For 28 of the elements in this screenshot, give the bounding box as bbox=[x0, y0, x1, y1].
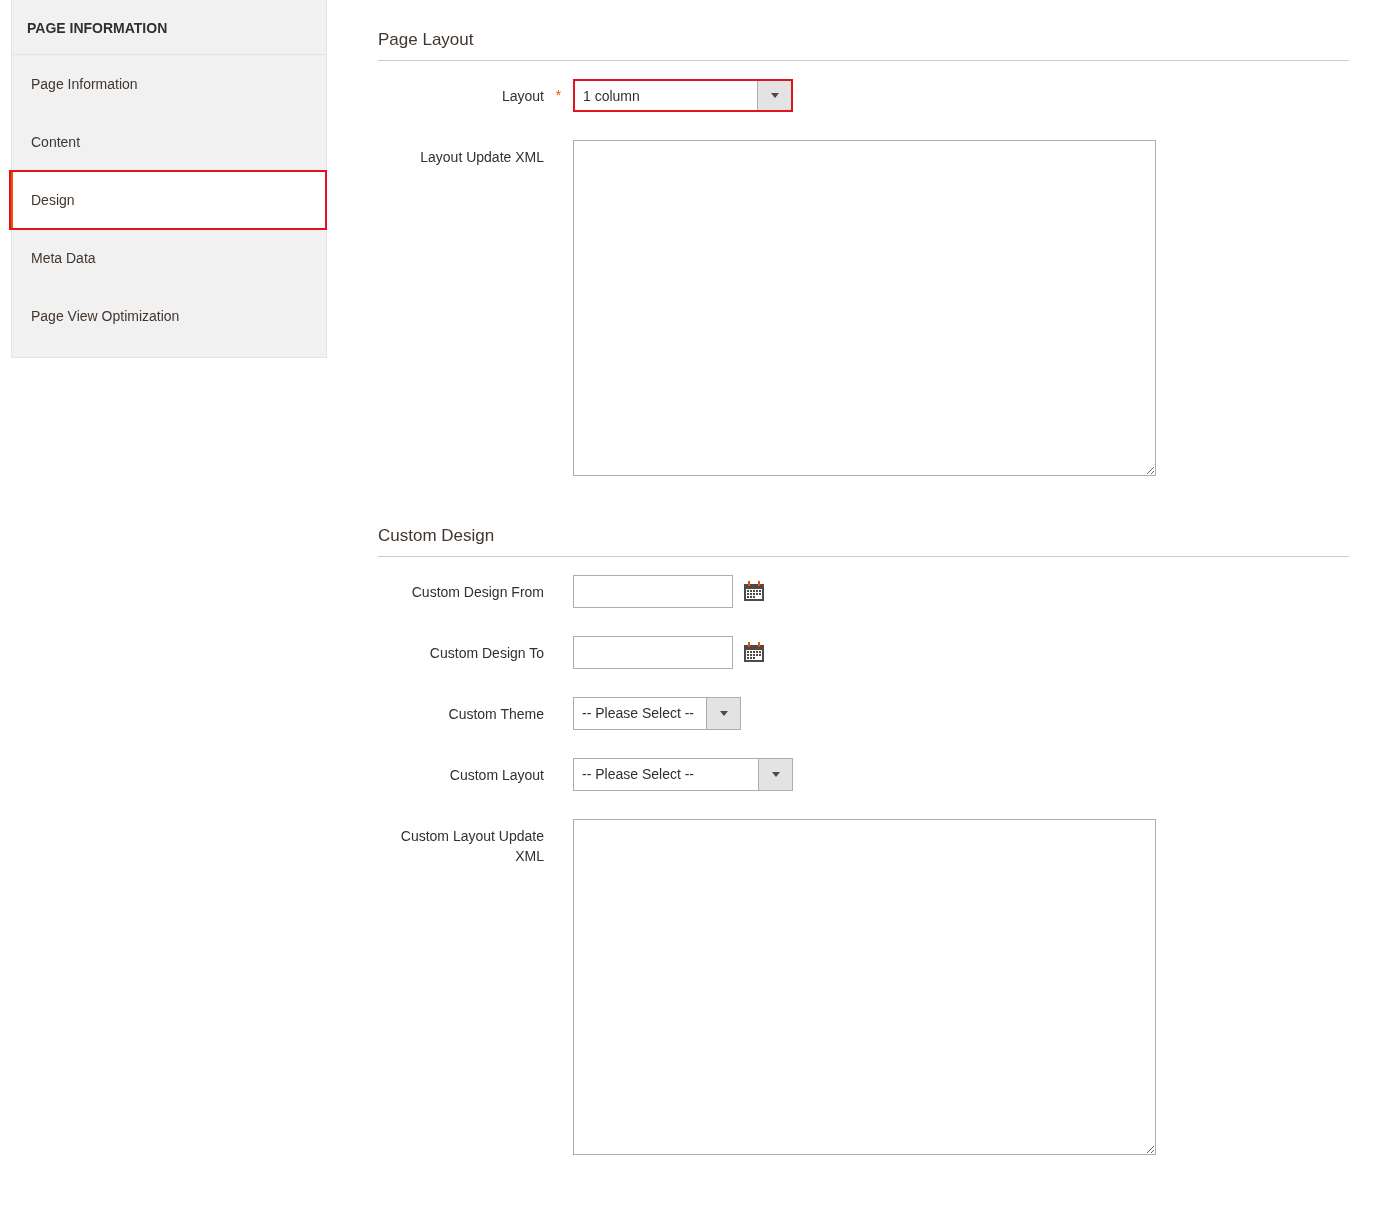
sidebar-item[interactable]: Content bbox=[12, 113, 326, 171]
caret-icon bbox=[771, 772, 780, 777]
date-input-field[interactable] bbox=[573, 636, 733, 669]
field-label: Layout Update XML bbox=[419, 148, 544, 167]
field-label: Custom Design To bbox=[428, 644, 544, 663]
sidebar-item[interactable]: Page View Optimization bbox=[12, 287, 326, 345]
calendar-icon[interactable] bbox=[743, 642, 765, 663]
select-dropdown[interactable]: 1 column bbox=[573, 79, 793, 112]
caret-icon bbox=[719, 711, 728, 716]
date-input-field[interactable] bbox=[573, 575, 733, 608]
calendar-icon[interactable] bbox=[743, 581, 765, 602]
section-title: Page Layout bbox=[378, 30, 1349, 61]
field-label: Custom Theme bbox=[447, 705, 544, 724]
field-label: Custom Design From bbox=[410, 583, 544, 602]
section-title: Custom Design bbox=[378, 526, 1349, 557]
sidebar-item[interactable]: Design bbox=[10, 171, 326, 229]
field-label: Custom Layout bbox=[448, 766, 544, 785]
select-dropdown[interactable]: -- Please Select -- bbox=[573, 758, 793, 791]
sidebar-item[interactable]: Page Information bbox=[12, 55, 326, 113]
caret-icon bbox=[770, 93, 779, 98]
xml-textarea-field[interactable] bbox=[573, 140, 1156, 476]
select-dropdown[interactable]: -- Please Select -- bbox=[573, 697, 741, 730]
sidebar-item[interactable]: Meta Data bbox=[12, 229, 326, 287]
xml-textarea-field[interactable] bbox=[573, 819, 1156, 1155]
required-mark: * bbox=[554, 87, 563, 105]
field-label: Custom Layout Update XML bbox=[399, 827, 544, 866]
field-label: Layout bbox=[500, 87, 544, 106]
sidebar-title: PAGE INFORMATION bbox=[12, 0, 326, 55]
